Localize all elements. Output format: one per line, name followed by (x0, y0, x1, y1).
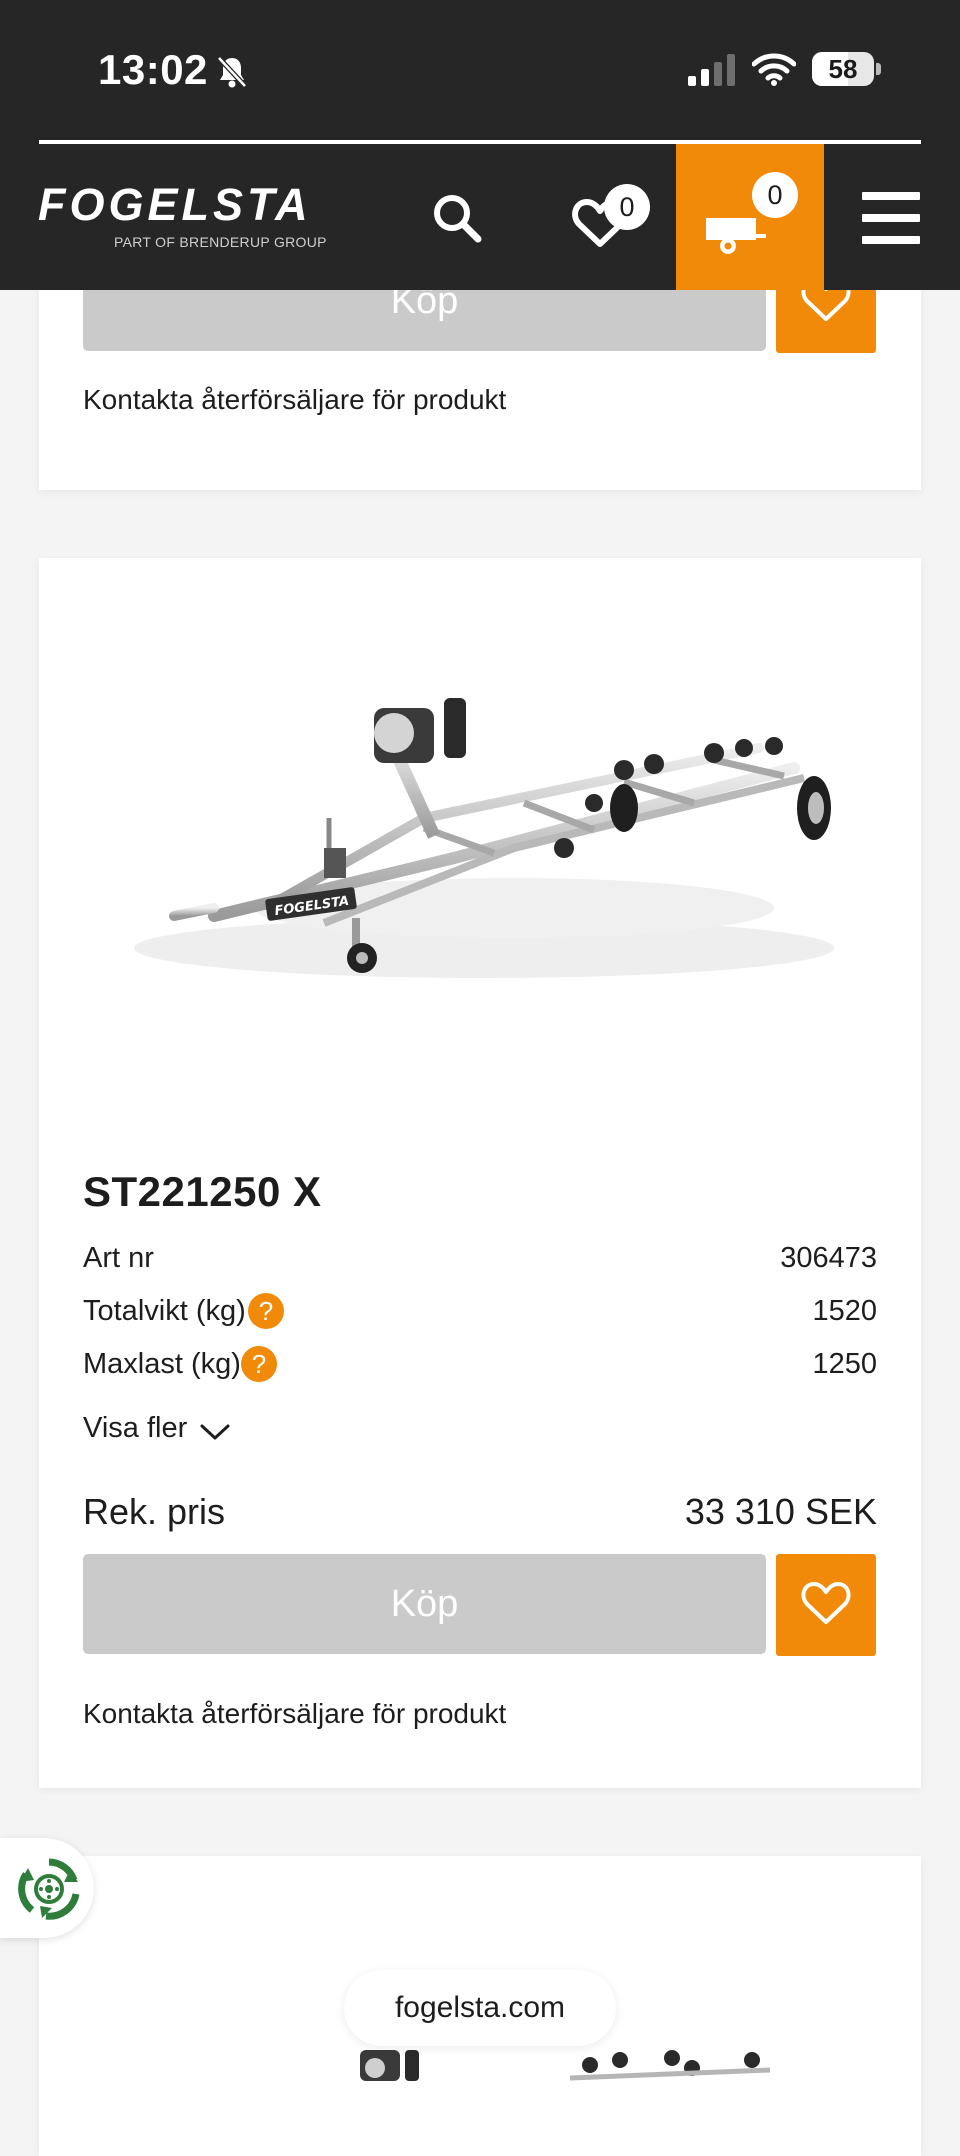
product-card: FOGELSTA ST221250 X Art nr 306473 Totalv… (39, 558, 921, 1788)
recycle-wheel-icon (18, 1858, 80, 1920)
wifi-icon (752, 53, 796, 86)
favorites-count-badge: 0 (604, 184, 650, 230)
price-label: Rek. pris (83, 1491, 226, 1532)
favorites-button[interactable]: 0 (572, 184, 662, 264)
product-image-preview[interactable] (320, 2040, 780, 2081)
status-time: 13:02 (98, 46, 208, 93)
spec-value-max-load: 1250 (812, 1348, 877, 1380)
status-bar: 13:02 58 (0, 0, 960, 144)
chevron-down-icon[interactable] (199, 1422, 231, 1442)
help-icon[interactable]: ? (248, 1293, 284, 1329)
price-value: 33 310 SEK (684, 1491, 877, 1532)
spec-value-art-nr: 306473 (780, 1242, 877, 1274)
logo-text: FOGELSTA (38, 179, 312, 230)
spec-label-max-load: Maxlast (kg) (83, 1348, 241, 1380)
browser-url-pill[interactable]: fogelsta.com (344, 1970, 616, 2046)
bell-slash-icon (217, 56, 247, 88)
buy-button[interactable]: Köp (83, 1554, 766, 1654)
spec-value-total-weight: 1520 (812, 1295, 877, 1327)
battery-icon: 58 (812, 52, 874, 86)
search-icon[interactable] (431, 192, 483, 244)
help-icon[interactable]: ? (241, 1346, 277, 1382)
add-favorite-button[interactable] (776, 1554, 876, 1656)
spec-label-art-nr: Art nr (83, 1242, 154, 1274)
battery-cap (876, 63, 881, 75)
fogelsta-logo[interactable]: FOGELSTA (38, 182, 338, 228)
site-header: FOGELSTA PART OF BRENDERUP GROUP 0 0 (0, 144, 960, 290)
cart-button[interactable]: 0 (676, 144, 824, 290)
logo-subtitle: PART OF BRENDERUP GROUP (114, 234, 327, 250)
contact-dealer-text: Kontakta återförsäljare för produkt (83, 384, 507, 415)
product-title: ST221250 X (83, 1168, 322, 1215)
spec-label-total-weight: Totalvikt (kg) (83, 1295, 246, 1327)
contact-dealer-text: Kontakta återförsäljare för produkt (83, 1698, 507, 1729)
signal-icon (688, 54, 735, 86)
battery-percent: 58 (828, 54, 858, 84)
hamburger-menu-icon[interactable] (862, 192, 920, 244)
cart-count-badge: 0 (752, 172, 798, 218)
trailer-cart-icon (706, 218, 766, 254)
heart-icon (801, 1582, 851, 1624)
product-image[interactable]: FOGELSTA (94, 658, 884, 988)
show-more-link[interactable]: Visa fler (83, 1412, 187, 1445)
